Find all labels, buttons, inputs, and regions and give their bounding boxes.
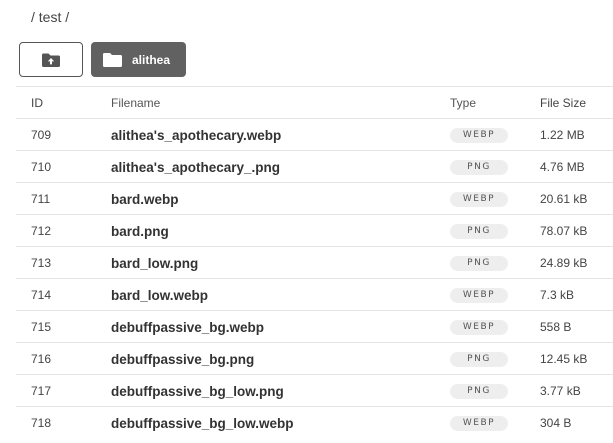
- file-name[interactable]: debuffpassive_bg.webp: [111, 311, 264, 343]
- type-badge: PNG: [450, 223, 508, 239]
- file-type: WEBP: [450, 279, 508, 311]
- column-header-size[interactable]: File Size: [540, 87, 586, 119]
- file-name[interactable]: bard.png: [111, 215, 169, 247]
- column-header-filename[interactable]: Filename: [111, 87, 160, 119]
- file-size: 558 B: [540, 320, 572, 334]
- file-type: WEBP: [450, 407, 508, 439]
- file-id: 717: [31, 384, 52, 398]
- file-size: 7.3 kB: [540, 288, 575, 302]
- type-badge: PNG: [450, 159, 508, 175]
- file-size: 12.45 kB: [540, 352, 588, 366]
- file-name[interactable]: debuffpassive_bg_low.png: [111, 375, 284, 407]
- file-id: 718: [31, 416, 52, 430]
- table-row[interactable]: 711 bard.webp WEBP 20.61 kB: [16, 182, 613, 214]
- file-id: 716: [31, 352, 52, 366]
- type-badge: WEBP: [450, 127, 508, 143]
- file-table: ID Filename Type File Size 709 alithea's_…: [16, 86, 613, 438]
- file-id: 714: [31, 288, 52, 302]
- type-badge: PNG: [450, 255, 508, 271]
- file-size: 78.07 kB: [540, 224, 588, 238]
- folder-icon: [103, 52, 122, 67]
- table-row[interactable]: 718 debuffpassive_bg_low.webp WEBP 304 B: [16, 406, 613, 438]
- column-header-id[interactable]: ID: [31, 87, 43, 119]
- file-id: 709: [31, 128, 52, 142]
- file-size: 20.61 kB: [540, 192, 588, 206]
- column-header-type[interactable]: Type: [450, 87, 476, 119]
- file-id: 715: [31, 320, 52, 334]
- table-row[interactable]: 716 debuffpassive_bg.png PNG 12.45 kB: [16, 342, 613, 374]
- file-name[interactable]: alithea's_apothecary.webp: [111, 119, 281, 151]
- table-row[interactable]: 710 alithea's_apothecary_.png PNG 4.76 MB: [16, 150, 613, 182]
- file-type: WEBP: [450, 119, 508, 151]
- file-size: 304 B: [540, 416, 572, 430]
- type-badge: PNG: [450, 351, 508, 367]
- folder-label: alithea: [132, 52, 171, 67]
- table-row[interactable]: 714 bard_low.webp WEBP 7.3 kB: [16, 278, 613, 310]
- folder-upload-icon: [42, 53, 60, 67]
- file-name[interactable]: bard_low.webp: [111, 279, 208, 311]
- file-size: 24.89 kB: [540, 256, 588, 270]
- table-row[interactable]: 712 bard.png PNG 78.07 kB: [16, 214, 613, 246]
- type-badge: WEBP: [450, 415, 508, 431]
- file-id: 712: [31, 224, 52, 238]
- table-row[interactable]: 715 debuffpassive_bg.webp WEBP 558 B: [16, 310, 613, 342]
- parent-folder-button[interactable]: [19, 42, 83, 77]
- type-badge: WEBP: [450, 191, 508, 207]
- file-type: PNG: [450, 151, 508, 183]
- breadcrumb[interactable]: / test /: [31, 9, 69, 25]
- file-name[interactable]: bard.webp: [111, 183, 179, 215]
- file-type: WEBP: [450, 183, 508, 215]
- file-type: WEBP: [450, 311, 508, 343]
- file-id: 710: [31, 160, 52, 174]
- file-type: PNG: [450, 343, 508, 375]
- toolbar: alithea: [19, 42, 187, 77]
- table-row[interactable]: 709 alithea's_apothecary.webp WEBP 1.22 MB: [16, 118, 613, 150]
- table-row[interactable]: 713 bard_low.png PNG 24.89 kB: [16, 246, 613, 278]
- folder-alithea-button[interactable]: alithea: [91, 42, 187, 77]
- file-size: 3.77 kB: [540, 384, 581, 398]
- file-id: 711: [31, 192, 51, 206]
- file-name[interactable]: bard_low.png: [111, 247, 198, 279]
- file-id: 713: [31, 256, 52, 270]
- file-name[interactable]: alithea's_apothecary_.png: [111, 151, 280, 183]
- file-name[interactable]: debuffpassive_bg.png: [111, 343, 254, 375]
- table-row[interactable]: 717 debuffpassive_bg_low.png PNG 3.77 kB: [16, 374, 613, 406]
- file-type: PNG: [450, 375, 508, 407]
- file-type: PNG: [450, 247, 508, 279]
- table-header: ID Filename Type File Size: [16, 86, 613, 118]
- type-badge: WEBP: [450, 319, 508, 335]
- type-badge: WEBP: [450, 287, 508, 303]
- file-name[interactable]: debuffpassive_bg_low.webp: [111, 407, 294, 439]
- file-size: 4.76 MB: [540, 160, 585, 174]
- file-type: PNG: [450, 215, 508, 247]
- file-size: 1.22 MB: [540, 128, 585, 142]
- type-badge: PNG: [450, 383, 508, 399]
